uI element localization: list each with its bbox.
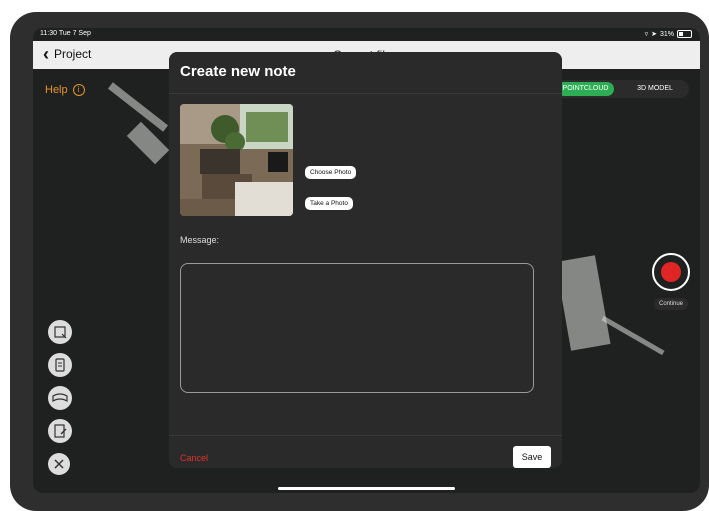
location-icon: ➤ [651, 31, 657, 38]
pointcloud-tab[interactable]: POINTCLOUD [557, 82, 614, 96]
battery-icon [677, 30, 692, 38]
scan-area-button[interactable] [48, 320, 72, 344]
message-label: Message: [180, 235, 220, 245]
app-screen: 11:30 Tue 7 Sep ▿ ➤ 31% ‹ Project Curren… [33, 28, 700, 493]
note-photo-thumbnail [180, 104, 293, 216]
take-photo-button[interactable]: Take a Photo [305, 197, 353, 210]
info-icon: i [72, 84, 85, 96]
scan-area-icon [54, 326, 67, 339]
modal-title: Create new note [180, 63, 296, 80]
back-button[interactable]: ‹ Project [43, 45, 91, 63]
3d-model-tab[interactable]: 3D MODEL [625, 82, 685, 96]
pointcloud-fragment-right [555, 255, 611, 351]
status-right: ▿ ➤ 31% [645, 30, 692, 38]
panorama-button[interactable] [48, 386, 72, 410]
status-bar: 11:30 Tue 7 Sep ▿ ➤ 31% [33, 28, 700, 41]
edit-note-button[interactable] [48, 419, 72, 443]
modal-divider [169, 93, 562, 94]
office-photo-image [180, 104, 293, 216]
help-button[interactable]: Help i [45, 84, 85, 96]
create-note-modal: Create new note Choose Photo Take a Phot… [169, 52, 562, 468]
help-label: Help [45, 84, 68, 96]
close-button[interactable] [48, 453, 70, 475]
close-icon [54, 459, 64, 469]
save-button[interactable]: Save [513, 446, 551, 468]
record-dot [661, 262, 681, 282]
cancel-button[interactable]: Cancel [180, 453, 208, 463]
view-mode-toggle: POINTCLOUD 3D MODEL [553, 80, 689, 98]
panorama-icon [52, 393, 68, 403]
pointcloud-fragment-right-2 [601, 315, 665, 356]
home-indicator[interactable] [278, 487, 455, 490]
chevron-left-icon: ‹ [43, 44, 49, 64]
status-time: 11:30 Tue 7 Sep [40, 30, 91, 37]
continue-label: Continue [654, 298, 688, 310]
record-button[interactable] [652, 253, 690, 291]
message-textarea[interactable] [180, 263, 534, 393]
footer-divider [169, 435, 562, 436]
device-button[interactable] [48, 353, 72, 377]
edit-note-icon [54, 424, 67, 438]
wifi-icon: ▿ [644, 31, 649, 38]
device-icon [55, 358, 65, 372]
back-label: Project [54, 47, 92, 61]
choose-photo-button[interactable]: Choose Photo [305, 166, 357, 179]
battery-percent: 31% [659, 30, 674, 38]
